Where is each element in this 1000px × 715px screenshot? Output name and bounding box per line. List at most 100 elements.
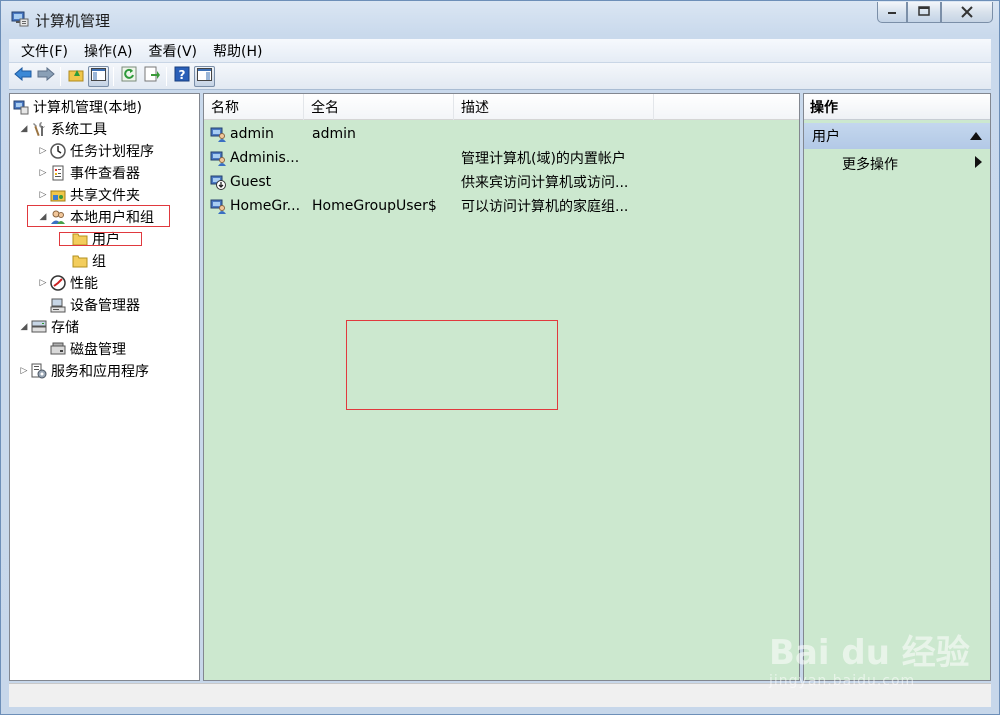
watermark-url: jingyan.baidu.com: [769, 673, 916, 689]
services-icon: [30, 362, 48, 380]
table-row[interactable]: Guest 供来宾访问计算机或访问...: [204, 170, 799, 194]
computer-management-icon: [11, 10, 29, 28]
refresh-button[interactable]: [118, 66, 139, 87]
title-bar[interactable]: 计算机管理: [1, 1, 999, 37]
show-hide-action-pane-button[interactable]: [194, 65, 215, 87]
computer-management-icon: [12, 98, 30, 116]
menu-help[interactable]: 帮助(H): [205, 41, 270, 61]
user-icon: [209, 149, 227, 167]
clock-icon: [49, 142, 67, 160]
toolbar-separator: [113, 66, 114, 86]
show-hide-console-tree-button[interactable]: [88, 65, 109, 87]
back-button[interactable]: [12, 66, 33, 87]
action-group-users[interactable]: 用户: [804, 123, 990, 149]
collapsed-arrow-icon[interactable]: ▷: [37, 168, 49, 178]
highlight-empty-area: [346, 320, 558, 410]
column-header-description[interactable]: 描述: [454, 94, 654, 120]
menu-action[interactable]: 操作(A): [76, 41, 141, 61]
toolbar: ?: [9, 63, 991, 90]
folder-icon: [71, 252, 89, 270]
shared-folder-icon: [49, 186, 67, 204]
folder-up-icon: [68, 66, 84, 86]
minimize-button[interactable]: [877, 2, 907, 23]
tree-item-performance[interactable]: ▷ 性能: [37, 272, 98, 294]
submenu-arrow-icon: [975, 156, 982, 172]
toolbar-separator: [60, 66, 61, 86]
help-button[interactable]: ?: [171, 66, 192, 87]
tree-label: 性能: [70, 276, 98, 292]
maximize-button[interactable]: [907, 2, 941, 23]
more-actions-item[interactable]: 更多操作: [804, 151, 990, 177]
disk-icon: [49, 340, 67, 358]
export-icon: [144, 66, 160, 86]
refresh-icon: [121, 66, 137, 86]
forward-button[interactable]: [35, 66, 56, 87]
list-cell-description: 供来宾访问计算机或访问...: [461, 175, 629, 191]
baidu-watermark: Bai du 经验 jingyan.baidu.com: [769, 611, 989, 696]
column-header-full-name[interactable]: 全名: [304, 94, 454, 120]
storage-icon: [30, 318, 48, 336]
tree-label: 计算机管理(本地): [33, 100, 142, 116]
tree-item-system-tools[interactable]: ◢ 系统工具: [18, 118, 107, 140]
forward-arrow-icon: [37, 66, 55, 85]
tools-icon: [30, 120, 48, 138]
toolbar-separator: [166, 66, 167, 86]
tree-item-disk-management[interactable]: 磁盘管理: [49, 338, 126, 360]
window-title: 计算机管理: [35, 12, 111, 30]
table-row[interactable]: Adminis... 管理计算机(域)的内置帐户: [204, 146, 799, 170]
tree-label: 设备管理器: [70, 298, 140, 314]
column-header-name[interactable]: 名称: [204, 94, 304, 120]
table-row[interactable]: admin admin: [204, 122, 799, 146]
collapsed-arrow-icon[interactable]: ▷: [37, 190, 49, 200]
menu-view[interactable]: 查看(V): [141, 41, 206, 61]
tree-item-device-manager[interactable]: 设备管理器: [49, 294, 140, 316]
menu-file[interactable]: 文件(F): [13, 41, 76, 61]
tree-item-groups[interactable]: 组: [71, 250, 106, 272]
highlight-users: [59, 232, 142, 246]
action-item-label: 更多操作: [842, 157, 898, 173]
tree-label: 共享文件夹: [70, 188, 140, 204]
performance-gauge-icon: [49, 274, 67, 292]
tree-label: 存储: [51, 320, 79, 336]
list-cell-full-name: HomeGroupUser$: [312, 198, 437, 214]
tree-label: 服务和应用程序: [51, 364, 149, 380]
list-cell-description: 管理计算机(域)的内置帐户: [461, 151, 626, 167]
list-cell-name: Guest: [204, 173, 308, 191]
minimize-icon: [887, 5, 897, 19]
tree-label: 事件查看器: [70, 166, 140, 182]
tree-item-root[interactable]: 计算机管理(本地): [12, 96, 142, 118]
tree-item-shared-folders[interactable]: ▷ 共享文件夹: [37, 184, 140, 206]
expanded-arrow-icon[interactable]: ◢: [18, 124, 30, 134]
menu-bar: 文件(F) 操作(A) 查看(V) 帮助(H): [9, 39, 991, 63]
collapse-up-icon[interactable]: [970, 128, 982, 144]
tree-item-services-apps[interactable]: ▷ 服务和应用程序: [18, 360, 149, 382]
list-header: 名称 全名 描述: [204, 94, 799, 120]
highlight-local-users-groups: [27, 205, 170, 227]
action-group-label: 用户: [812, 129, 840, 145]
back-arrow-icon: [13, 66, 32, 85]
expanded-arrow-icon[interactable]: ◢: [18, 322, 30, 332]
tree-item-task-scheduler[interactable]: ▷ 任务计划程序: [37, 140, 154, 162]
up-level-button[interactable]: [65, 66, 86, 87]
tree-label: 磁盘管理: [70, 342, 126, 358]
collapsed-arrow-icon[interactable]: ▷: [37, 278, 49, 288]
tree-item-event-viewer[interactable]: ▷ 事件查看器: [37, 162, 140, 184]
device-manager-icon: [49, 296, 67, 314]
export-list-button[interactable]: [141, 66, 162, 87]
collapsed-arrow-icon[interactable]: ▷: [37, 146, 49, 156]
user-icon: [209, 125, 227, 143]
collapsed-arrow-icon[interactable]: ▷: [18, 366, 30, 376]
tree-item-storage[interactable]: ◢ 存储: [18, 316, 79, 338]
close-icon: [961, 3, 973, 22]
table-row[interactable]: HomeGr... HomeGroupUser$ 可以访问计算机的家庭组...: [204, 194, 799, 218]
list-cell-description: 可以访问计算机的家庭组...: [461, 199, 629, 215]
svg-text:?: ?: [178, 68, 185, 82]
tree-label: 系统工具: [51, 122, 107, 138]
help-icon: ?: [174, 66, 190, 86]
column-header-filler: [654, 94, 799, 120]
action-pane-title: 操作: [804, 94, 990, 120]
console-tree-icon: [91, 67, 106, 85]
user-icon: [209, 197, 227, 215]
action-pane: 操作 用户 更多操作: [803, 93, 991, 681]
close-button[interactable]: [941, 2, 993, 23]
